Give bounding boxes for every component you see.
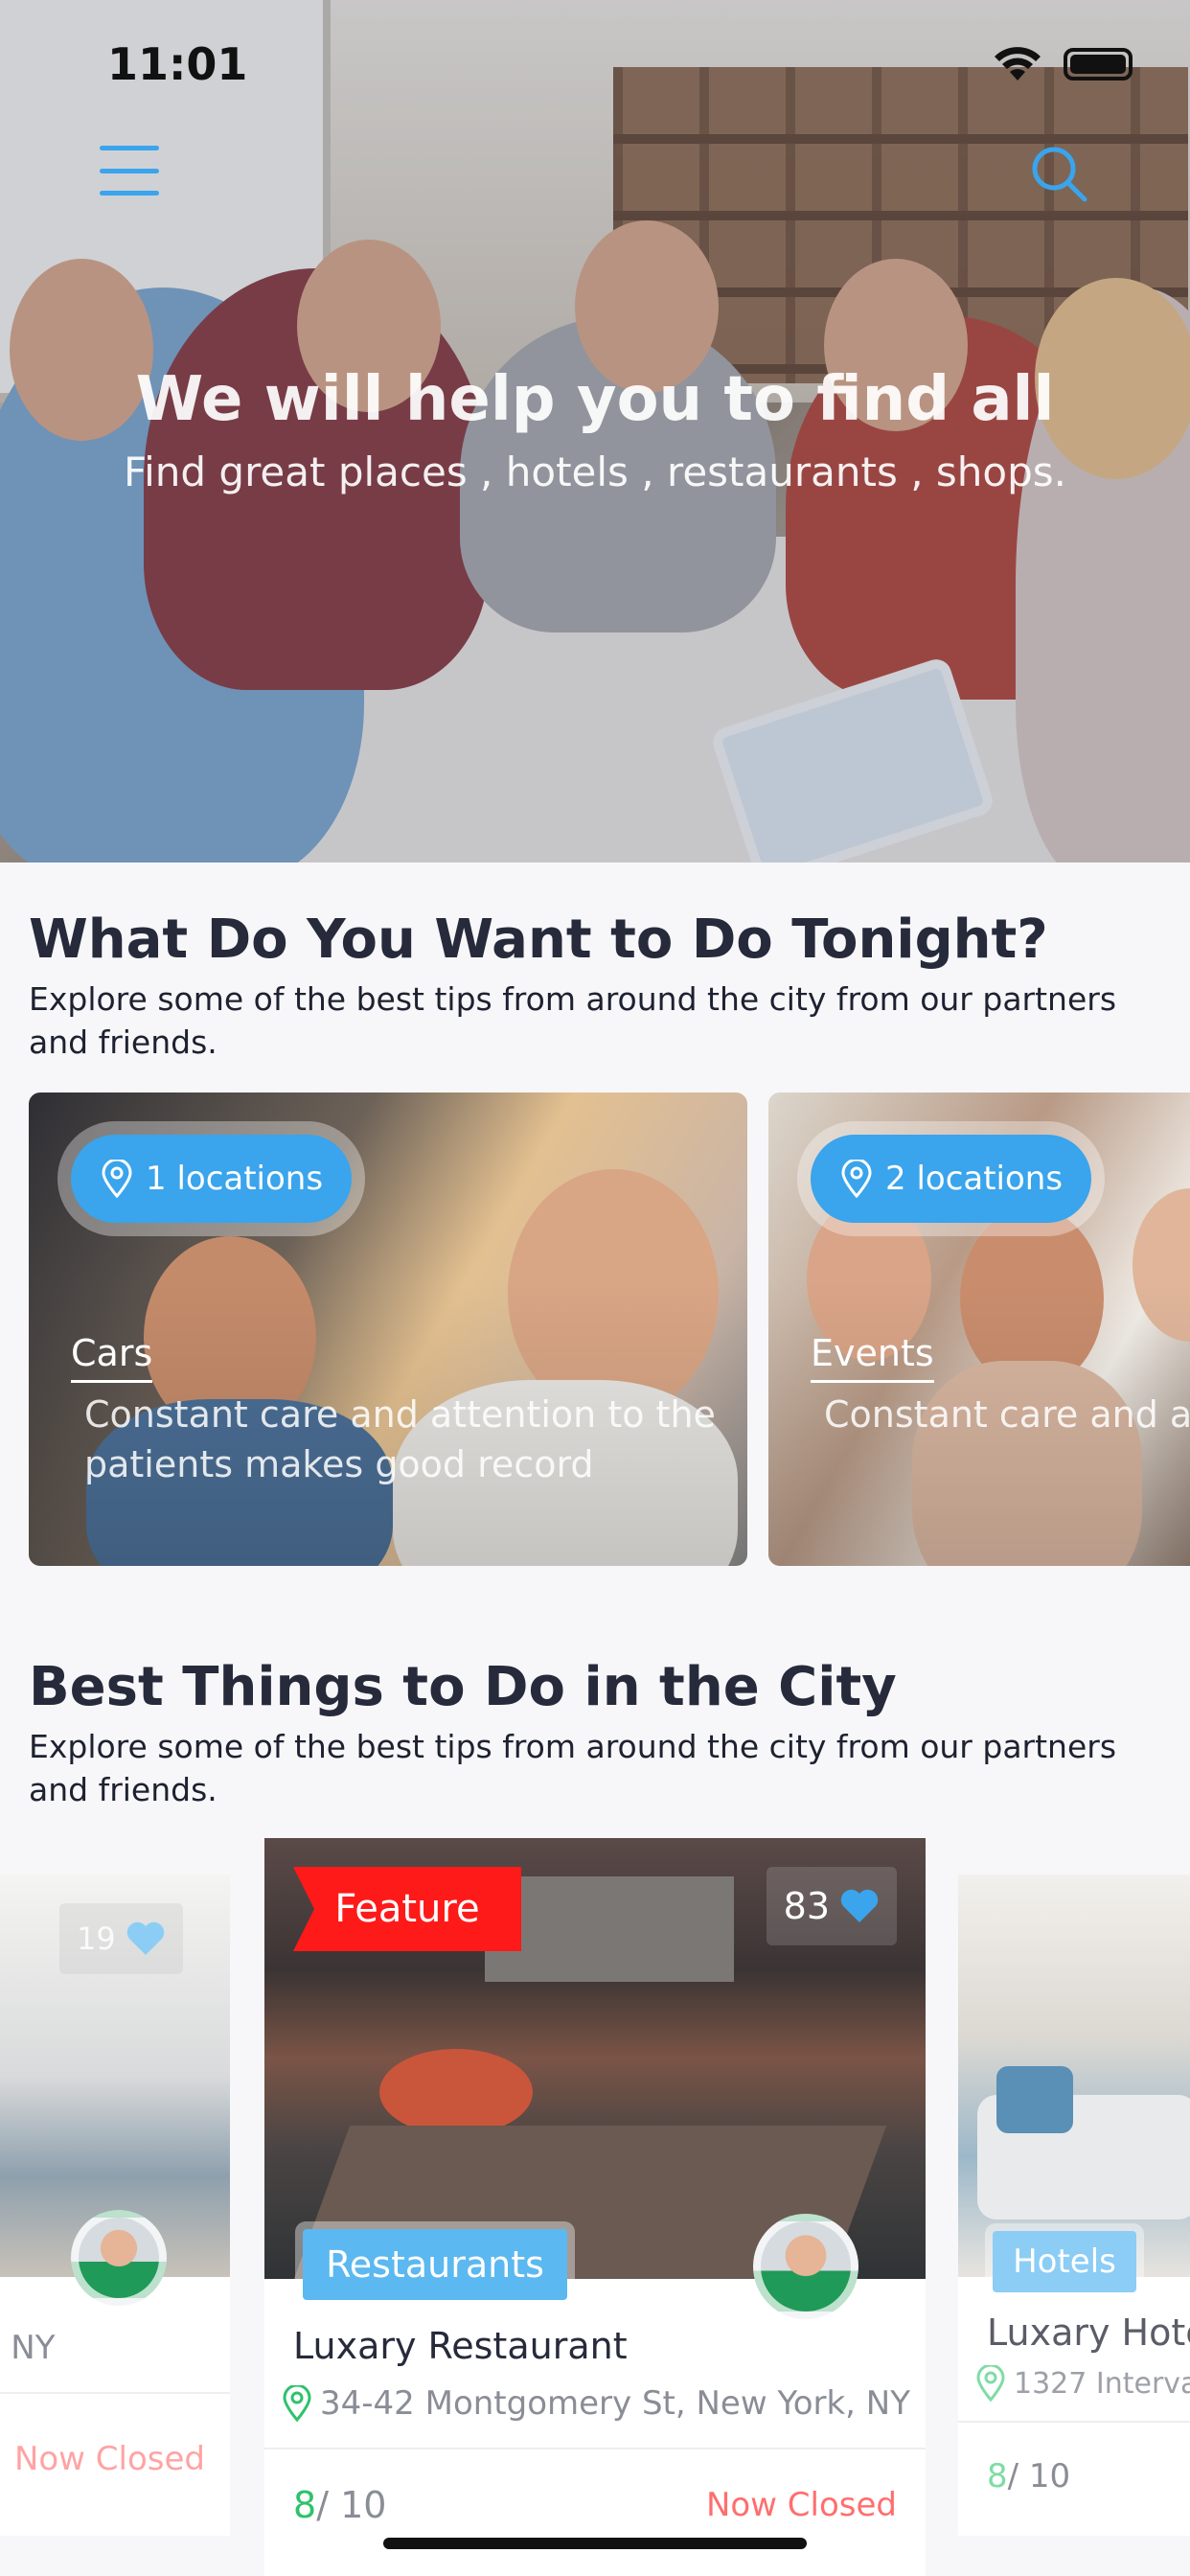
hero-banner: 11:01 We will help you to find all Find … — [0, 0, 1190, 862]
listing-photo — [958, 1874, 1190, 2277]
locations-count: 1 locations — [146, 1160, 324, 1198]
hero-subtitle: Find great places , hotels , restaurants… — [124, 448, 1066, 495]
category-name: Cars — [71, 1332, 153, 1383]
category-name: Events — [811, 1332, 934, 1383]
location-pin-icon — [976, 2365, 1005, 2402]
menu-icon — [100, 191, 159, 196]
section-description-tonight: Explore some of the best tips from aroun… — [29, 980, 1117, 1061]
listing-title: Luxary Hotel — [987, 2312, 1190, 2354]
menu-icon — [100, 146, 159, 150]
likes-count: 19 — [77, 1920, 116, 1957]
rating-value: 8 — [987, 2457, 1008, 2496]
category-description: Constant care and attention to the patie… — [824, 1393, 1190, 1436]
section-description-best: Explore some of the best tips from aroun… — [29, 1728, 1117, 1808]
category-description: Constant care and attention to the patie… — [84, 1393, 716, 1485]
status-label: Now Closed — [705, 2486, 897, 2524]
listing-card-luxary-restaurant[interactable]: Feature 83 Restaurants Luxary Restaurant… — [264, 1838, 926, 2576]
photo-detail — [996, 2066, 1073, 2133]
rating-max: / 10 — [316, 2484, 387, 2526]
heart-icon — [126, 1921, 164, 1955]
home-indicator[interactable] — [383, 2538, 807, 2549]
likes-badge[interactable]: 83 — [766, 1867, 897, 1945]
avatar[interactable] — [753, 2214, 858, 2319]
listing-title: Luxary Restaurant — [293, 2325, 628, 2367]
likes-count: 83 — [783, 1885, 830, 1927]
listing-address: k, NY — [0, 2329, 56, 2367]
listing-card-luxary-hotel[interactable]: Hotels Luxary Hotel 1327 Intervale 8/ 10 — [958, 1874, 1190, 2536]
status-label: Now Closed — [13, 2440, 205, 2478]
photo-detail — [379, 2049, 533, 2135]
menu-icon — [100, 168, 159, 173]
category-card-events[interactable]: 2 locations Events Constant care and att… — [768, 1092, 1190, 1566]
category-tag[interactable]: Hotels — [993, 2231, 1136, 2292]
likes-badge[interactable]: 19 — [59, 1903, 183, 1974]
status-time: 11:01 — [107, 38, 248, 90]
listing-address: 34-42 Montgomery St, New York, NY — [282, 2384, 910, 2423]
listing-rating: 8/ 10 — [987, 2457, 1070, 2496]
location-pin-icon — [841, 1160, 872, 1198]
menu-button[interactable] — [100, 146, 159, 196]
listing-card-left[interactable]: 19 k, NY Now Closed — [0, 1874, 230, 2536]
listing-rating: 8/ 10 — [293, 2484, 386, 2526]
rating-max: / 10 — [1007, 2457, 1071, 2496]
photo-detail — [485, 1876, 734, 1982]
section-title-tonight: What Do You Want to Do Tonight? — [29, 908, 1048, 971]
category-tag[interactable]: Restaurants — [303, 2229, 567, 2300]
status-icons — [993, 46, 1133, 82]
battery-icon — [1064, 48, 1133, 80]
hero-title: We will help you to find all — [135, 364, 1055, 435]
feature-badge: Feature — [293, 1867, 521, 1951]
heart-icon — [840, 1889, 879, 1922]
search-icon[interactable] — [1029, 144, 1088, 203]
locations-count: 2 locations — [885, 1160, 1064, 1198]
rating-value: 8 — [293, 2484, 317, 2526]
location-pin-icon — [102, 1160, 132, 1198]
location-pin-icon — [283, 2385, 311, 2422]
wifi-icon — [995, 47, 1041, 80]
locations-badge: 2 locations — [811, 1135, 1092, 1223]
locations-badge: 1 locations — [71, 1135, 353, 1223]
section-title-best: Best Things to Do in the City — [29, 1656, 897, 1718]
listing-address: 1327 Intervale — [975, 2365, 1190, 2402]
avatar[interactable] — [71, 2210, 167, 2306]
category-card-cars[interactable]: 1 locations Cars Constant care and atten… — [29, 1092, 747, 1566]
